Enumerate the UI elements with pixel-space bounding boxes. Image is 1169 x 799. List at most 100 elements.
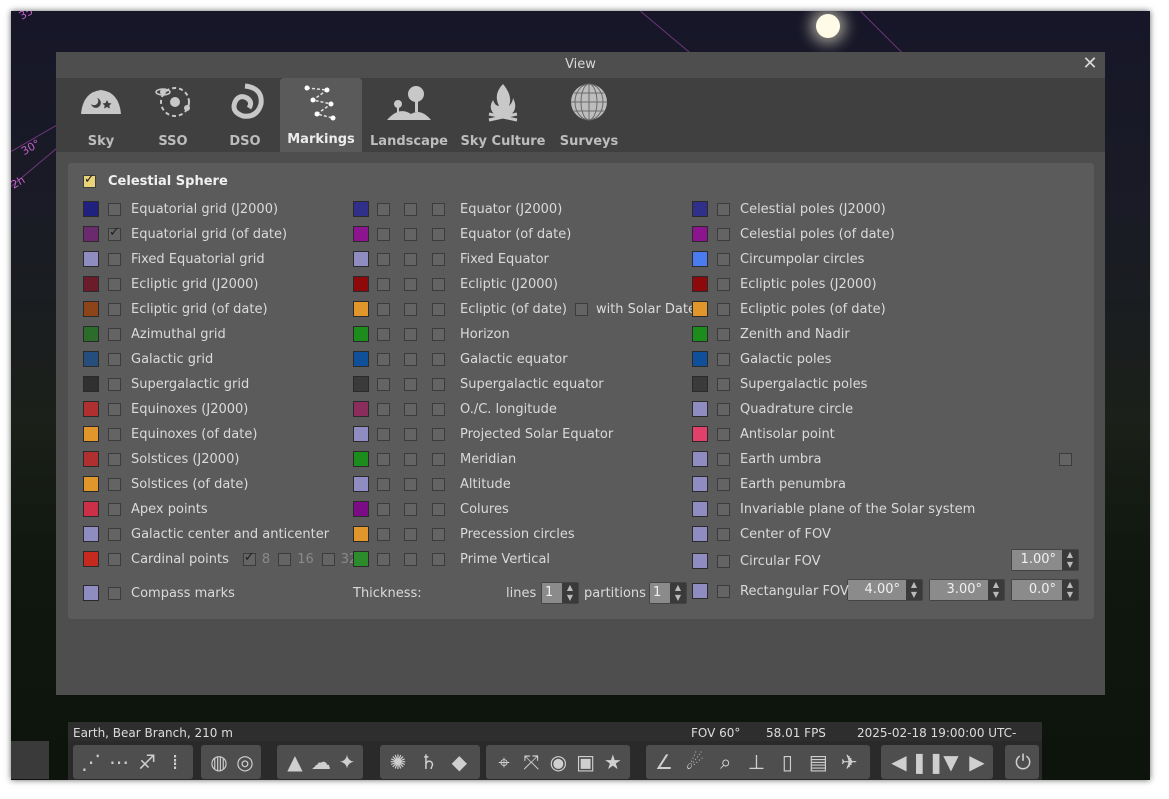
lines-thickness-spinbox[interactable]: 1 ▲ ▼ bbox=[541, 582, 579, 604]
color-swatch[interactable] bbox=[83, 401, 99, 417]
color-swatch[interactable] bbox=[692, 426, 708, 442]
option-checkbox[interactable] bbox=[717, 502, 730, 516]
partition-checkbox[interactable] bbox=[432, 402, 445, 416]
label-checkbox[interactable] bbox=[404, 327, 417, 341]
color-swatch[interactable] bbox=[692, 251, 708, 267]
spin-up-icon[interactable]: ▲ bbox=[906, 580, 922, 590]
color-swatch[interactable] bbox=[692, 276, 708, 292]
label-checkbox[interactable] bbox=[404, 477, 417, 491]
color-swatch[interactable] bbox=[692, 401, 708, 417]
color-swatch[interactable] bbox=[353, 201, 369, 217]
partition-checkbox[interactable] bbox=[432, 302, 445, 316]
label-checkbox[interactable] bbox=[404, 552, 417, 566]
show-checkbox[interactable] bbox=[377, 402, 390, 416]
rect-fov-rotation-spinbox[interactable]: 0.0° ▲ ▼ bbox=[1011, 579, 1079, 601]
satellites-icon[interactable]: ◆ bbox=[445, 748, 473, 776]
partition-checkbox[interactable] bbox=[432, 377, 445, 391]
color-swatch[interactable] bbox=[353, 476, 369, 492]
color-swatch[interactable] bbox=[83, 376, 99, 392]
tab-surveys[interactable]: Surveys bbox=[548, 78, 630, 152]
label-checkbox[interactable] bbox=[404, 402, 417, 416]
label-checkbox[interactable] bbox=[404, 427, 417, 441]
option-checkbox[interactable] bbox=[108, 277, 121, 291]
color-swatch[interactable] bbox=[353, 501, 369, 517]
show-checkbox[interactable] bbox=[377, 327, 390, 341]
fast-forward-icon[interactable]: ▶ bbox=[963, 748, 991, 776]
tab-markings[interactable]: Markings bbox=[280, 78, 362, 152]
spin-up-icon[interactable]: ▲ bbox=[988, 580, 1004, 590]
show-checkbox[interactable] bbox=[377, 202, 390, 216]
color-swatch[interactable] bbox=[692, 583, 708, 599]
option-checkbox[interactable] bbox=[108, 327, 121, 341]
color-swatch[interactable] bbox=[353, 351, 369, 367]
color-swatch[interactable] bbox=[692, 201, 708, 217]
screenshot-icon[interactable]: ▣ bbox=[572, 748, 600, 776]
option-checkbox[interactable] bbox=[717, 302, 730, 316]
label-checkbox[interactable] bbox=[404, 377, 417, 391]
cardinal-32-checkbox[interactable] bbox=[321, 552, 335, 566]
option-checkbox[interactable] bbox=[717, 427, 730, 441]
tab-sky-culture[interactable]: Sky Culture bbox=[460, 78, 546, 152]
show-checkbox[interactable] bbox=[377, 527, 390, 541]
quit-icon[interactable]: ⏻ bbox=[1009, 748, 1037, 776]
color-swatch[interactable] bbox=[692, 226, 708, 242]
show-checkbox[interactable] bbox=[377, 302, 390, 316]
color-swatch[interactable] bbox=[353, 426, 369, 442]
rect-fov-height-spinbox[interactable]: 3.00° ▲ ▼ bbox=[929, 579, 1005, 601]
option-checkbox[interactable] bbox=[108, 302, 121, 316]
option-checkbox[interactable] bbox=[717, 202, 730, 216]
night-mode-icon[interactable]: ◉ bbox=[544, 748, 572, 776]
label-checkbox[interactable] bbox=[404, 252, 417, 266]
color-swatch[interactable] bbox=[83, 426, 99, 442]
color-swatch[interactable] bbox=[353, 376, 369, 392]
cardinal-16-checkbox[interactable] bbox=[278, 552, 292, 566]
color-swatch[interactable] bbox=[353, 551, 369, 567]
color-swatch[interactable] bbox=[83, 585, 99, 601]
option-checkbox[interactable] bbox=[108, 252, 121, 266]
asterism-icon[interactable]: ⁞ bbox=[161, 748, 189, 776]
option-checkbox[interactable] bbox=[108, 477, 121, 491]
compass-marks-checkbox[interactable] bbox=[108, 586, 121, 600]
spin-down-icon[interactable]: ▼ bbox=[670, 593, 686, 603]
option-checkbox[interactable] bbox=[108, 527, 121, 541]
label-checkbox[interactable] bbox=[404, 302, 417, 316]
option-checkbox[interactable] bbox=[717, 327, 730, 341]
option-checkbox[interactable] bbox=[717, 252, 730, 266]
partition-checkbox[interactable] bbox=[432, 527, 445, 541]
spin-up-icon[interactable]: ▲ bbox=[1062, 550, 1078, 560]
label-checkbox[interactable] bbox=[404, 352, 417, 366]
color-swatch[interactable] bbox=[692, 526, 708, 542]
option-checkbox[interactable] bbox=[108, 377, 121, 391]
spin-down-icon[interactable]: ▼ bbox=[1062, 560, 1078, 570]
color-swatch[interactable] bbox=[692, 326, 708, 342]
color-swatch[interactable] bbox=[353, 326, 369, 342]
label-checkbox[interactable] bbox=[404, 452, 417, 466]
label-checkbox[interactable] bbox=[404, 277, 417, 291]
show-checkbox[interactable] bbox=[377, 427, 390, 441]
color-swatch[interactable] bbox=[353, 276, 369, 292]
color-swatch[interactable] bbox=[83, 451, 99, 467]
bookmark-icon[interactable]: ★ bbox=[599, 748, 627, 776]
script-icon[interactable]: ▤ bbox=[804, 748, 832, 776]
color-swatch[interactable] bbox=[83, 301, 99, 317]
option-checkbox[interactable] bbox=[717, 584, 730, 598]
option-checkbox[interactable] bbox=[108, 452, 121, 466]
color-swatch[interactable] bbox=[83, 251, 99, 267]
tab-dso[interactable]: DSO bbox=[204, 78, 286, 152]
tab-landscape[interactable]: Landscape bbox=[368, 78, 450, 152]
show-checkbox[interactable] bbox=[377, 452, 390, 466]
partition-checkbox[interactable] bbox=[432, 202, 445, 216]
constellation-lines-icon[interactable]: ⋰ bbox=[77, 748, 105, 776]
close-button[interactable]: ✕ bbox=[1079, 52, 1101, 78]
option-checkbox[interactable] bbox=[717, 227, 730, 241]
color-swatch[interactable] bbox=[353, 301, 369, 317]
ground-icon[interactable]: ▲ bbox=[281, 748, 309, 776]
earth-umbra-extra-checkbox[interactable] bbox=[1059, 453, 1072, 466]
partition-checkbox[interactable] bbox=[432, 277, 445, 291]
pause-icon[interactable]: ❚❚ bbox=[911, 748, 945, 776]
rewind-icon[interactable]: ◀ bbox=[885, 748, 913, 776]
color-swatch[interactable] bbox=[83, 526, 99, 542]
show-checkbox[interactable] bbox=[377, 227, 390, 241]
color-swatch[interactable] bbox=[353, 226, 369, 242]
color-swatch[interactable] bbox=[692, 351, 708, 367]
